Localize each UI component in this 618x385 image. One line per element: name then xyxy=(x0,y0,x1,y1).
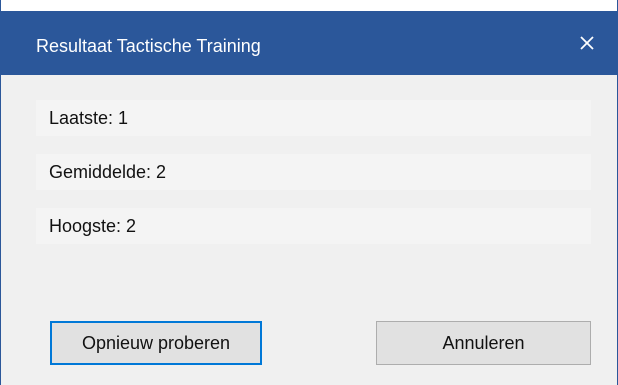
retry-button[interactable]: Opnieuw proberen xyxy=(50,321,262,365)
stat-highest-label: Hoogste: 2 xyxy=(49,215,137,236)
close-icon xyxy=(579,35,595,51)
result-dialog: Resultaat Tactische Training Laatste: 1 … xyxy=(0,0,618,385)
close-button[interactable] xyxy=(557,11,617,75)
stat-last-label: Laatste: 1 xyxy=(49,107,129,128)
stat-average-label: Gemiddelde: 2 xyxy=(49,161,167,182)
window-title: Resultaat Tactische Training xyxy=(36,36,261,56)
stat-last: Laatste: 1 xyxy=(36,100,591,136)
stat-average: Gemiddelde: 2 xyxy=(36,154,591,190)
dialog-body: Laatste: 1 Gemiddelde: 2 Hoogste: 2 Opni… xyxy=(1,75,617,385)
cancel-button[interactable]: Annuleren xyxy=(376,321,591,365)
stat-highest: Hoogste: 2 xyxy=(36,208,591,244)
title-bar[interactable]: Resultaat Tactische Training xyxy=(1,11,617,75)
